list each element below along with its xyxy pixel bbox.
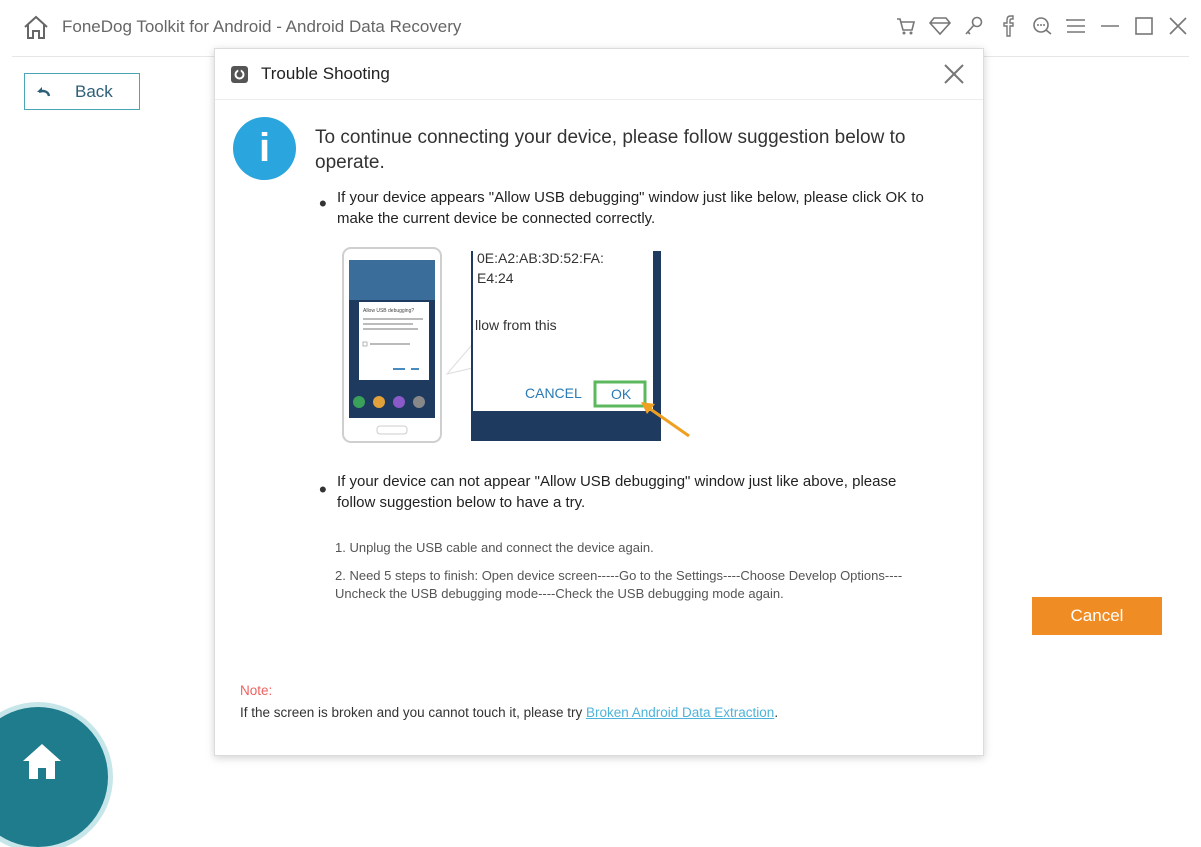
zoom-line-1: 0E:A2:AB:3D:52:FA: [477, 250, 604, 266]
bullet-dot: • [319, 477, 327, 502]
note-text: If the screen is broken and you cannot t… [240, 705, 778, 720]
zoom-ok-label: OK [611, 386, 632, 402]
key-icon[interactable] [961, 12, 987, 40]
step-1: 1. Unplug the USB cable and connect the … [335, 540, 654, 555]
back-button-label: Back [75, 81, 113, 101]
broken-android-link[interactable]: Broken Android Data Extraction [586, 705, 774, 720]
bullet-text-1: If your device appears "Allow USB debugg… [337, 189, 924, 227]
note-body: If the screen is broken and you cannot t… [240, 705, 586, 720]
usb-debugging-illustration: Allow USB debugging? 0E:A2:AB:3D:52:FA: … [342, 247, 690, 443]
home-button[interactable] [0, 707, 108, 847]
menu-icon[interactable] [1063, 12, 1089, 40]
back-button[interactable]: Back [24, 73, 140, 110]
maximize-icon[interactable] [1131, 12, 1157, 40]
bullet-dot: • [319, 191, 327, 216]
window-toolbar [893, 12, 1191, 40]
info-icon: i [233, 117, 296, 180]
dialog-lead-text: To continue connecting your device, plea… [315, 127, 906, 173]
phone-dialog-title: Allow USB debugging? [363, 308, 414, 314]
zoom-line-3: llow from this [475, 317, 557, 333]
cart-icon[interactable] [893, 12, 919, 40]
diamond-icon[interactable] [927, 12, 953, 40]
cancel-button[interactable]: Cancel [1032, 597, 1162, 635]
back-arrow-icon [37, 86, 51, 96]
zoom-line-2: E4:24 [477, 270, 514, 286]
dialog-title: Trouble Shooting [261, 64, 390, 83]
home-icon [23, 744, 61, 779]
dialog-header: Trouble Shooting [215, 49, 983, 100]
zoom-cancel-label: CANCEL [525, 385, 582, 401]
facebook-icon[interactable] [995, 12, 1021, 40]
app-title: FoneDog Toolkit for Android - Android Da… [62, 17, 462, 36]
bullet-text-2: If your device can not appear "Allow USB… [337, 473, 897, 511]
note-label: Note: [240, 683, 273, 698]
close-icon[interactable] [1165, 12, 1191, 40]
note-end: . [774, 705, 779, 720]
step-2: 2. Need 5 steps to finish: Open device s… [335, 568, 903, 601]
dialog-close-icon[interactable] [941, 61, 967, 87]
home-outline-icon[interactable] [22, 14, 50, 40]
trouble-shooting-dialog: Trouble Shooting i To continue connectin… [214, 48, 984, 756]
minimize-icon[interactable] [1097, 12, 1123, 40]
trouble-shooting-icon [231, 66, 248, 83]
chat-icon[interactable] [1029, 12, 1055, 40]
